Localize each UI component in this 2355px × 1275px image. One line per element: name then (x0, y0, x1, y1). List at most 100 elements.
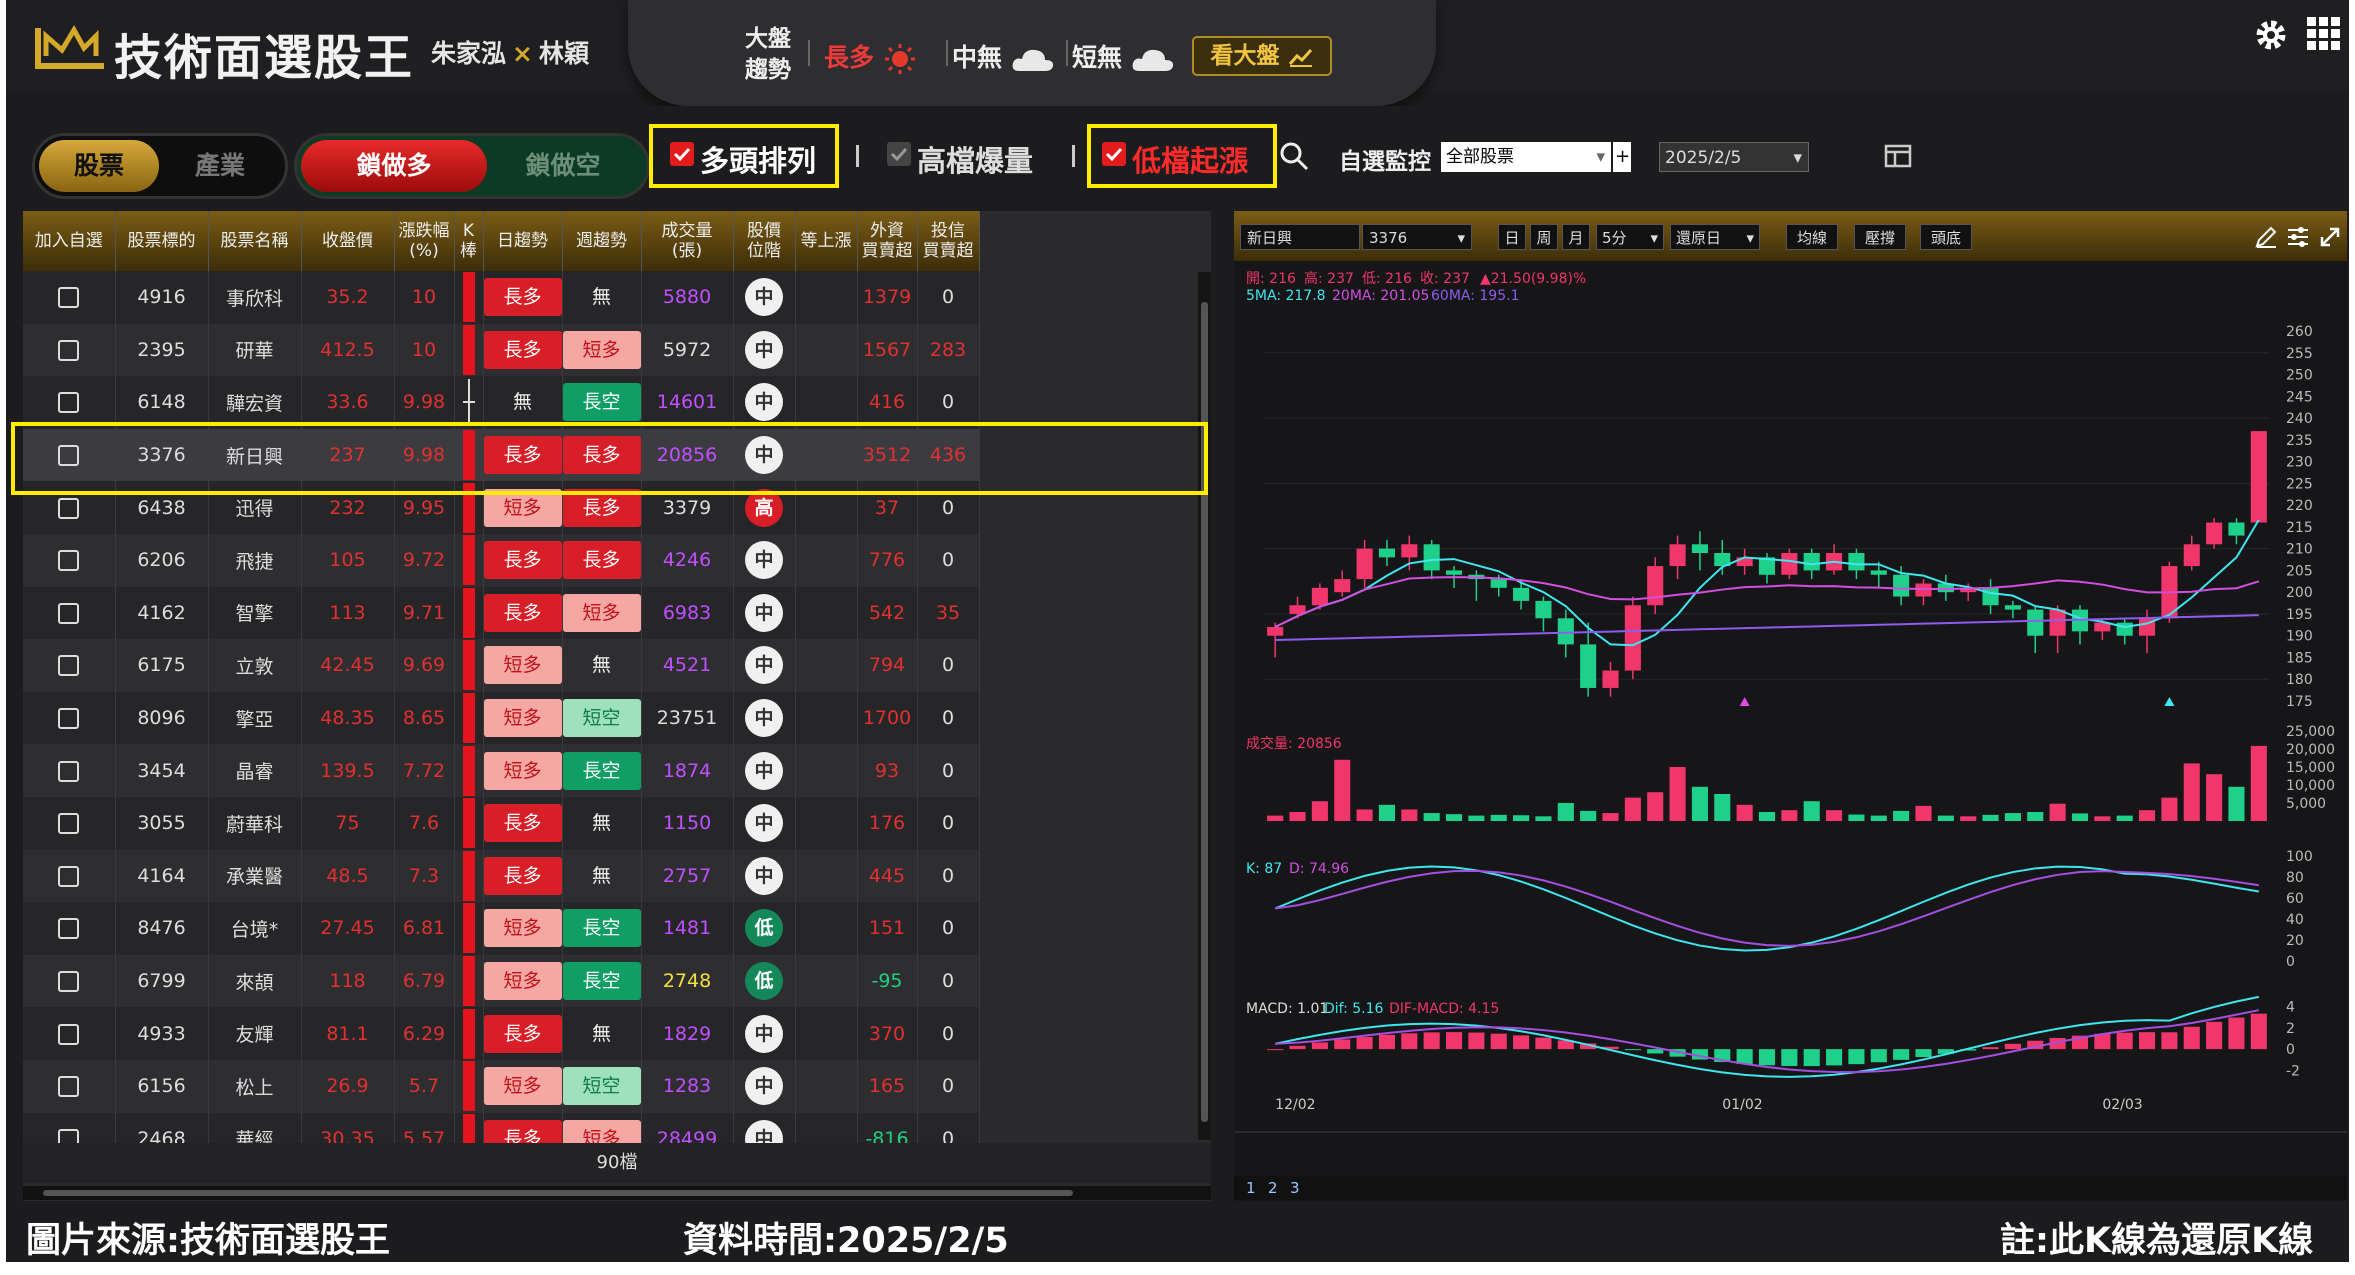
watch-checkbox-cell[interactable] (23, 796, 116, 850)
search-icon[interactable] (1278, 140, 1310, 172)
scroll-thumb[interactable] (43, 1190, 1073, 1196)
table-row[interactable]: 4162 智擎 113 9.71 長多 短多 6983 中 542 35 (23, 586, 980, 640)
watch-checkbox-cell[interactable] (23, 744, 116, 797)
column-header[interactable]: 股票名稱 (208, 211, 302, 271)
table-row[interactable]: 8096 擎亞 48.35 8.65 短多 短空 23751 中 1700 0 (23, 691, 980, 745)
add-watch-checkbox[interactable] (58, 1023, 80, 1045)
column-header[interactable]: 加入自選 (23, 211, 116, 271)
table-row[interactable]: 6206 飛捷 105 9.72 長多 長多 4246 中 776 0 (23, 533, 980, 587)
lock-long-short-toggle[interactable]: 鎖做多 鎖做空 (294, 133, 650, 199)
lock-short-button[interactable]: 鎖做空 (493, 140, 633, 192)
watch-checkbox-cell[interactable] (23, 1059, 116, 1113)
stock-chart[interactable]: 2602552502452402352302252202152102052001… (1234, 261, 2347, 1181)
period-month-button[interactable]: 月 (1562, 224, 1590, 250)
table-settings-icon[interactable] (1884, 144, 1914, 170)
tab-industry[interactable]: 產業 (165, 140, 275, 192)
watch-checkbox-cell[interactable] (23, 954, 116, 1008)
add-watch-checkbox[interactable] (58, 760, 80, 782)
table-row[interactable]: 8476 台境* 27.45 6.81 短多 長空 1481 低 151 0 (23, 902, 980, 955)
table-row[interactable]: 4933 友輝 81.1 6.29 長多 無 1829 中 370 0 (23, 1007, 980, 1060)
watch-checkbox-cell[interactable] (23, 323, 116, 377)
column-header[interactable]: 股票標的 (115, 211, 209, 271)
stock-name[interactable]: 晶睿 (208, 744, 302, 797)
low-rise-checkbox[interactable] (1102, 142, 1126, 166)
table-row[interactable]: 4916 事欣科 35.2 10 長多 無 5880 中 1379 0 (23, 271, 980, 324)
stock-name[interactable]: 智擎 (208, 586, 302, 640)
add-watch-checkbox[interactable] (58, 813, 80, 835)
table-row[interactable]: 3454 晶睿 139.5 7.72 短多 長空 1874 中 93 0 (23, 744, 980, 797)
column-header[interactable]: 外資 買賣超 (857, 211, 918, 271)
add-watch-checkbox[interactable] (58, 550, 80, 572)
watch-checkbox-cell[interactable] (23, 902, 116, 955)
table-row[interactable]: 3055 蔚華科 75 7.6 長多 無 1150 中 176 0 (23, 796, 980, 850)
bullish-alignment-checkbox[interactable] (670, 142, 694, 166)
pen-icon[interactable] (2254, 225, 2278, 249)
add-watch-checkbox[interactable] (58, 918, 80, 940)
add-watch-checkbox[interactable] (58, 497, 80, 519)
stock-name[interactable]: 研華 (208, 323, 302, 377)
chart-page-button[interactable]: 3 (1290, 1176, 1300, 1200)
top-bottom-button[interactable]: 頭底 (1920, 224, 1972, 250)
add-watch-checkbox[interactable] (58, 1076, 80, 1098)
column-header[interactable]: 週趨勢 (562, 211, 642, 271)
table-row[interactable]: 6148 驊宏資 33.6 9.98 無 長空 14601 中 416 0 (23, 376, 980, 429)
stock-name[interactable]: 友輝 (208, 1007, 302, 1060)
expand-icon[interactable] (2318, 225, 2342, 249)
date-select[interactable]: 2025/2/5 ▾ (1659, 142, 1809, 172)
column-header[interactable]: 日趨勢 (483, 211, 563, 271)
stock-code[interactable]: 8476 (115, 902, 209, 955)
watch-checkbox-cell[interactable] (23, 691, 116, 745)
stock-name[interactable]: 承業醫 (208, 849, 302, 903)
stock-name[interactable]: 台境* (208, 902, 302, 955)
lock-long-button[interactable]: 鎖做多 (301, 140, 487, 192)
add-watch-button[interactable]: + (1613, 142, 1631, 172)
view-market-button[interactable]: 看大盤 (1192, 36, 1332, 76)
watch-checkbox-cell[interactable] (23, 1007, 116, 1060)
chart-page-button[interactable]: 2 (1268, 1176, 1278, 1200)
stock-name[interactable]: 擎亞 (208, 691, 302, 745)
stock-code[interactable]: 2395 (115, 323, 209, 377)
app-grid-icon[interactable] (2306, 16, 2342, 52)
column-header[interactable]: 成交量 (張) (641, 211, 734, 271)
watch-checkbox-cell[interactable] (23, 849, 116, 903)
table-vertical-scrollbar[interactable] (1198, 272, 1211, 1140)
stock-name[interactable]: 立敦 (208, 639, 302, 692)
ma-button[interactable]: 均線 (1786, 224, 1838, 250)
stock-code[interactable]: 6175 (115, 639, 209, 692)
chart-stock-code-select[interactable]: 3376 ▾ (1362, 224, 1472, 250)
stock-code[interactable]: 4933 (115, 1007, 209, 1060)
add-watch-checkbox[interactable] (58, 602, 80, 624)
column-header[interactable]: 漲跌幅 (%) (394, 211, 455, 271)
column-header[interactable]: 投信 買賣超 (917, 211, 980, 271)
stock-code[interactable]: 4164 (115, 849, 209, 903)
table-row[interactable]: 6799 來頡 118 6.79 短多 長空 2748 低 -95 0 (23, 954, 980, 1008)
column-header[interactable]: 股價 位階 (733, 211, 796, 271)
support-resistance-button[interactable]: 壓撐 (1854, 224, 1906, 250)
table-row[interactable]: 6156 松上 26.9 5.7 短多 短空 1283 中 165 0 (23, 1059, 980, 1113)
stock-code[interactable]: 8096 (115, 691, 209, 745)
stock-name[interactable]: 飛捷 (208, 533, 302, 587)
stock-name[interactable]: 來頡 (208, 954, 302, 1008)
watch-list-select[interactable]: 全部股票 ▾ (1441, 142, 1611, 172)
stock-code[interactable]: 6206 (115, 533, 209, 587)
stock-name[interactable]: 蔚華科 (208, 796, 302, 850)
stock-code[interactable]: 6799 (115, 954, 209, 1008)
stock-code[interactable]: 6156 (115, 1059, 209, 1113)
add-watch-checkbox[interactable] (58, 865, 80, 887)
stock-code[interactable]: 6148 (115, 376, 209, 429)
add-watch-checkbox[interactable] (58, 971, 80, 993)
stock-code[interactable]: 3454 (115, 744, 209, 797)
stock-code[interactable]: 4162 (115, 586, 209, 640)
period-week-button[interactable]: 周 (1530, 224, 1558, 250)
column-header[interactable]: 等上漲 (795, 211, 858, 271)
settings-gear-icon[interactable] (2252, 16, 2290, 54)
chart-page-button[interactable]: 1 (1246, 1176, 1256, 1200)
add-watch-checkbox[interactable] (58, 287, 80, 309)
table-row[interactable]: 2395 研華 412.5 10 長多 短多 5972 中 1567 283 (23, 323, 980, 377)
watch-checkbox-cell[interactable] (23, 376, 116, 429)
stock-name[interactable]: 松上 (208, 1059, 302, 1113)
adjust-select[interactable]: 還原日 ▾ (1670, 224, 1760, 250)
table-horizontal-scrollbar[interactable] (23, 1186, 1211, 1200)
tab-stocks[interactable]: 股票 (39, 140, 159, 192)
stock-industry-toggle[interactable]: 股票 產業 (32, 133, 288, 199)
